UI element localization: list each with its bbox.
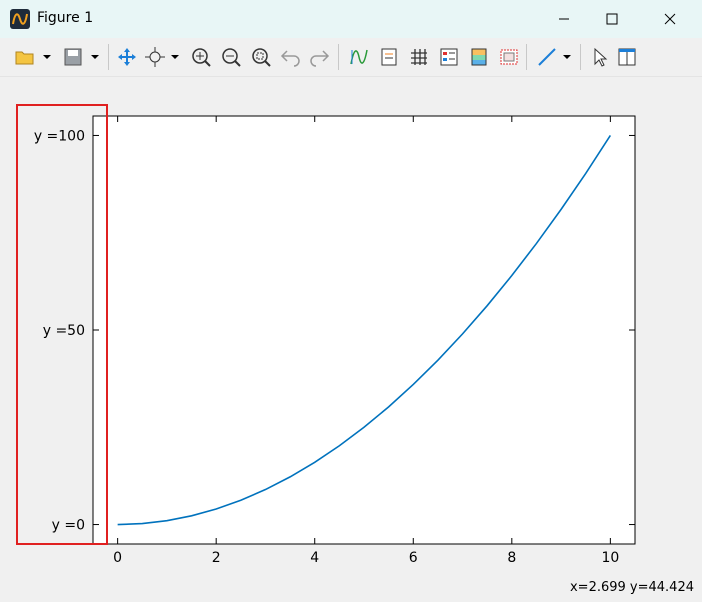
- x-tick-label: 8: [507, 550, 516, 566]
- x-tick-label: 0: [113, 550, 122, 566]
- y-tick-label: y =50: [43, 323, 85, 339]
- figure-canvas[interactable]: 0 2 4 6 8 10 y =0 y =50 y =100: [0, 0, 702, 602]
- x-tick-label: 4: [310, 550, 319, 566]
- x-tick-label: 2: [212, 550, 221, 566]
- coordinate-readout: x=2.699 y=44.424: [569, 580, 694, 595]
- x-tick-label: 10: [601, 550, 619, 566]
- plot-area[interactable]: [93, 116, 635, 544]
- y-tick-label: y =100: [34, 128, 85, 144]
- y-tick-label: y =0: [52, 518, 85, 534]
- x-tick-label: 6: [409, 550, 418, 566]
